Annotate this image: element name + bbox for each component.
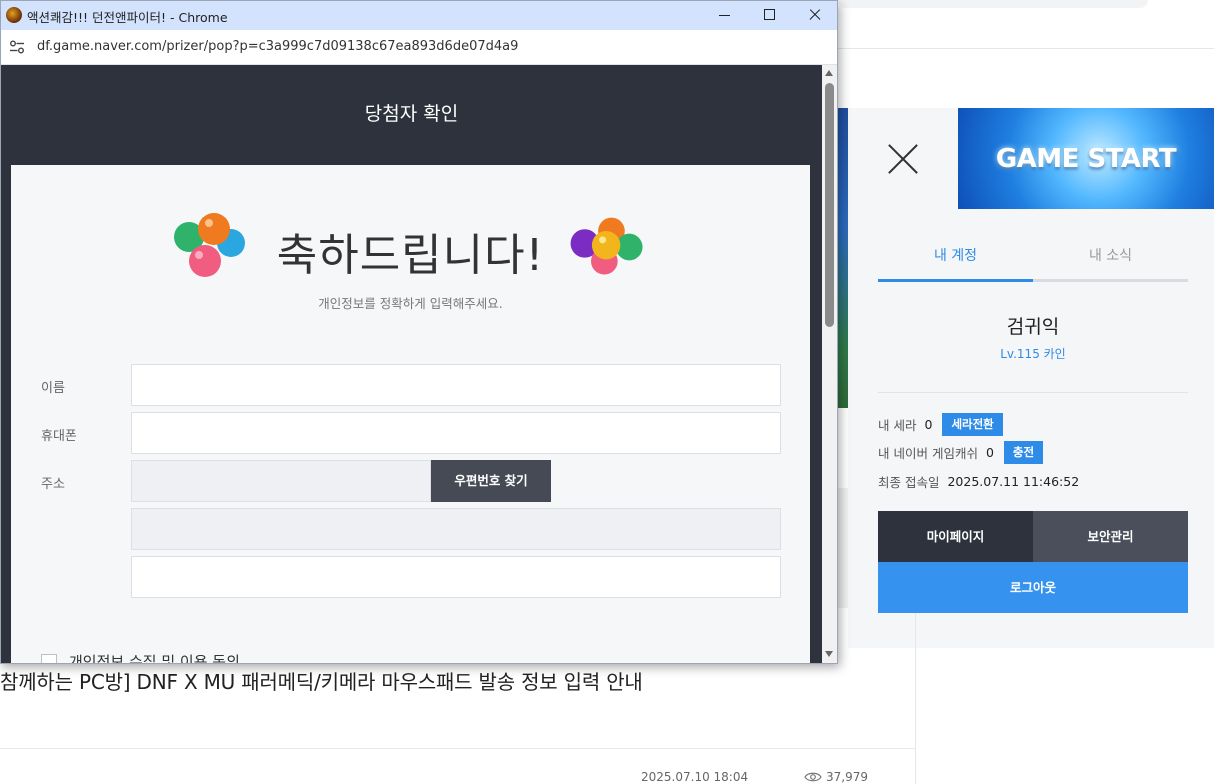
cash-row: 내 네이버 게임캐쉬 0 충전 <box>878 441 1044 464</box>
account-tabs: 내 계정 내 소식 <box>878 236 1188 282</box>
sera-convert-button[interactable]: 세라전환 <box>942 413 1003 436</box>
cash-label: 내 네이버 게임캐쉬 <box>878 446 978 461</box>
user-name: 검귀익 <box>1006 316 1060 338</box>
last-login-value: 2025.07.11 11:46:52 <box>947 474 1080 489</box>
name-label: 이름 <box>41 381 65 396</box>
scroll-down-icon[interactable] <box>825 651 833 657</box>
phone-input[interactable] <box>132 413 780 453</box>
background-search-bar[interactable] <box>838 0 1148 8</box>
zipcode-search-button[interactable]: 우편번호 찾기 <box>431 460 551 502</box>
address-label: 주소 <box>41 477 65 492</box>
news-date: 2025.07.10 18:04 <box>641 770 749 784</box>
url-text[interactable]: df.game.naver.com/prizer/pop?p=c3a999c7d… <box>37 39 518 54</box>
news-divider <box>0 748 915 749</box>
name-field[interactable] <box>131 364 781 406</box>
cash-value: 0 <box>985 445 994 460</box>
panel-divider <box>878 392 1188 393</box>
news-views: 37,979 <box>804 770 868 784</box>
mypage-button[interactable]: 마이페이지 <box>878 511 1033 562</box>
close-icon[interactable] <box>793 1 837 30</box>
logout-button[interactable]: 로그아웃 <box>878 562 1188 613</box>
address-bar[interactable]: df.game.naver.com/prizer/pop?p=c3a999c7d… <box>1 30 837 65</box>
background-strip <box>838 488 848 608</box>
window-title: 액션쾌감!!! 던전앤파이터! - Chrome <box>27 10 228 25</box>
sera-value: 0 <box>924 417 933 432</box>
game-start-button[interactable]: GAME START <box>958 108 1214 209</box>
background-banner-sliver <box>838 108 848 408</box>
phone-label: 휴대폰 <box>41 429 77 444</box>
window-titlebar[interactable]: 액션쾌감!!! 던전앤파이터! - Chrome <box>1 1 837 30</box>
last-login-label: 최종 접속일 <box>878 475 940 490</box>
phone-field[interactable] <box>131 412 781 454</box>
zipcode-field <box>131 460 431 502</box>
game-favicon-icon <box>6 7 22 23</box>
game-start-label: GAME START <box>995 143 1177 174</box>
scroll-up-icon[interactable] <box>825 70 833 76</box>
scroll-thumb[interactable] <box>825 83 834 327</box>
form-subtitle: 개인정보를 정확하게 입력해주세요. <box>318 296 503 311</box>
maximize-icon[interactable] <box>747 1 791 30</box>
popup-header: 당첨자 확인 <box>364 103 459 125</box>
balloons-right-icon <box>570 217 643 275</box>
sera-row: 내 세라 0 세라전환 <box>878 413 1003 436</box>
panel-close-icon[interactable] <box>886 142 920 176</box>
congrats-heading: 축하드립니다! <box>276 230 545 281</box>
last-login-row: 최종 접속일 2025.07.11 11:46:52 <box>878 472 1079 491</box>
name-input[interactable] <box>132 365 780 405</box>
account-buttons: 마이페이지 보안관리 로그아웃 <box>878 511 1188 613</box>
news-title-link[interactable]: 참께하는 PC방] DNF X MU 패러메딕/키메라 마우스패드 발송 정보 … <box>0 666 643 695</box>
popup-window: 액션쾌감!!! 던전앤파이터! - Chrome df.game.naver.c… <box>0 0 838 664</box>
address-field <box>131 508 781 550</box>
address-detail-field[interactable] <box>131 556 781 598</box>
privacy-agree-label[interactable]: 개인정보 수집 및 이용 동의 <box>69 651 240 663</box>
user-level[interactable]: Lv.115 카인 <box>878 345 1188 362</box>
winner-form-card: 축하드립니다! 개인정보를 정확하게 입력해주세요. 이름 휴대폰 주소 우편번… <box>11 165 810 663</box>
tune-icon[interactable] <box>9 39 25 55</box>
news-divider-vertical <box>915 613 916 784</box>
sera-label: 내 세라 <box>878 418 917 433</box>
background-divider <box>838 48 1214 49</box>
security-button[interactable]: 보안관리 <box>1033 511 1188 562</box>
cash-charge-button[interactable]: 충전 <box>1003 441 1044 464</box>
eye-icon <box>804 772 822 782</box>
tab-my-account[interactable]: 내 계정 <box>878 236 1033 282</box>
news-views-count: 37,979 <box>826 770 868 784</box>
popup-content: 당첨자 확인 축하드립니다! 개인정보를 정확하게 입력해주세요. 이름 휴대폰… <box>1 65 822 663</box>
address-detail-input[interactable] <box>132 557 780 597</box>
tab-my-news[interactable]: 내 소식 <box>1033 236 1188 282</box>
privacy-agree-row[interactable]: 개인정보 수집 및 이용 동의 <box>41 651 240 663</box>
checkbox-icon[interactable] <box>41 653 57 663</box>
popup-scrollbar[interactable] <box>822 65 837 663</box>
minimize-icon[interactable] <box>703 1 747 30</box>
